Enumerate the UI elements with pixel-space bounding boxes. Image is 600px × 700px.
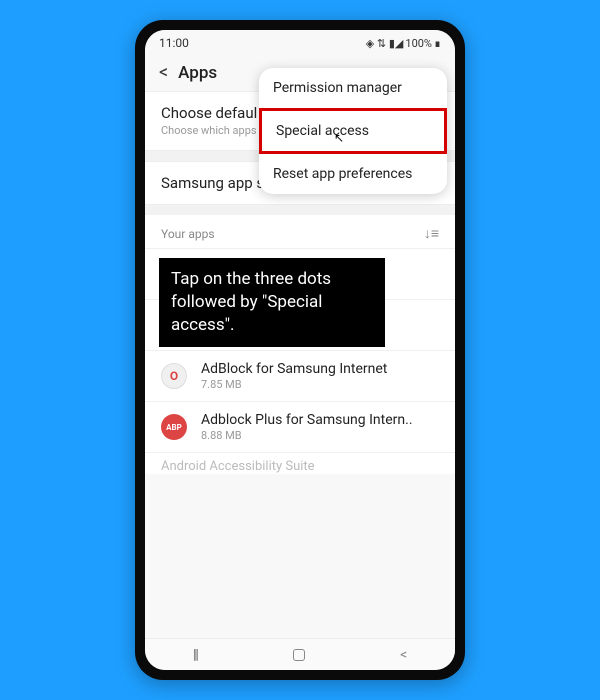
cursor-icon: ↖	[334, 131, 344, 145]
your-apps-header: Your apps ↓≡	[145, 215, 455, 248]
overflow-menu: Permission manager Special access ↖ Rese…	[259, 68, 447, 194]
app-size: 8.88 MB	[201, 429, 413, 442]
your-apps-label: Your apps	[161, 227, 215, 241]
status-time: 11:00	[159, 36, 189, 50]
app-row-adblock[interactable]: O AdBlock for Samsung Internet 7.85 MB	[145, 350, 455, 401]
app-row-adblock-plus[interactable]: ABP Adblock Plus for Samsung Intern.. 8.…	[145, 401, 455, 452]
nav-home-icon[interactable]	[293, 649, 305, 661]
phone-frame: 11:00 ◈ ⇅ ▮◢ 100% ∎ < Apps Choose defaul…	[135, 20, 465, 680]
status-bar: 11:00 ◈ ⇅ ▮◢ 100% ∎	[145, 30, 455, 54]
app-name: AdBlock for Samsung Internet	[201, 361, 387, 377]
app-size: 7.85 MB	[201, 378, 387, 391]
android-navbar: ||| <	[145, 638, 455, 670]
instruction-overlay: Tap on the three dots followed by "Speci…	[159, 258, 385, 347]
nav-recent-icon[interactable]: |||	[193, 647, 197, 663]
app-icon: O	[161, 363, 187, 389]
nav-back-icon[interactable]: <	[400, 647, 407, 663]
app-icon: ABP	[161, 414, 187, 440]
app-name: Adblock Plus for Samsung Intern..	[201, 412, 413, 428]
section-gap	[145, 205, 455, 215]
menu-permission-manager[interactable]: Permission manager	[259, 68, 447, 108]
status-icons: ◈ ⇅ ▮◢ 100% ∎	[366, 37, 441, 50]
page-title: Apps	[178, 63, 217, 83]
sort-icon[interactable]: ↓≡	[424, 225, 439, 242]
menu-special-access[interactable]: Special access ↖	[259, 108, 447, 154]
app-row-truncated[interactable]: Android Accessibility Suite	[145, 452, 455, 474]
menu-reset-preferences[interactable]: Reset app preferences	[259, 154, 447, 194]
back-icon[interactable]: <	[159, 62, 168, 83]
screen-content: 11:00 ◈ ⇅ ▮◢ 100% ∎ < Apps Choose defaul…	[145, 30, 455, 638]
battery-icon: ∎	[434, 37, 441, 50]
phone-screen: 11:00 ◈ ⇅ ▮◢ 100% ∎ < Apps Choose defaul…	[145, 30, 455, 670]
